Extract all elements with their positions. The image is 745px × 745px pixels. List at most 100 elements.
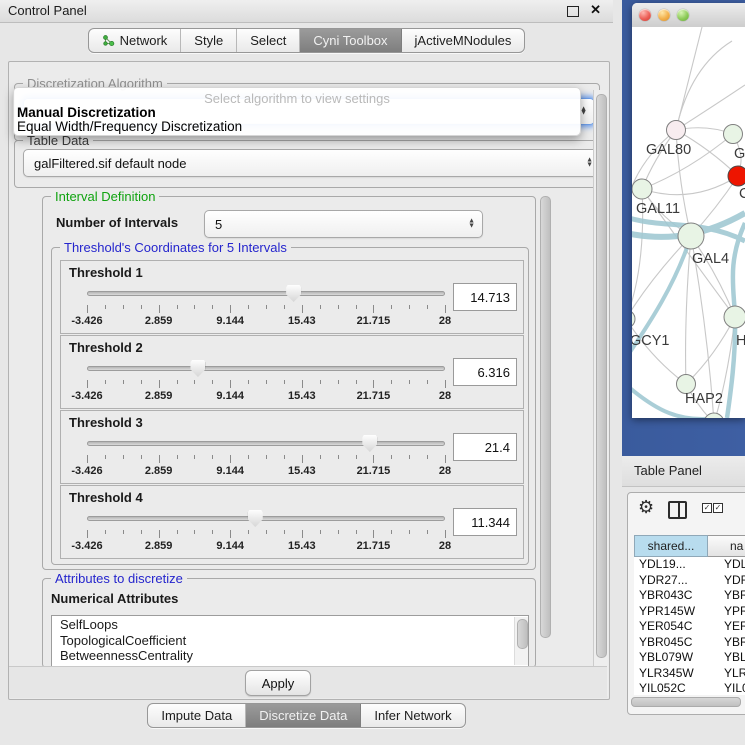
tab-infer-network[interactable]: Infer Network [361,704,464,727]
table-row[interactable]: YPR145WYPR1 [634,604,745,620]
cell-name[interactable]: YBL0 [708,650,745,666]
cell-name[interactable]: YLR3 [708,666,745,682]
node-gal11[interactable] [632,179,652,199]
list-scrollbar[interactable] [514,617,528,665]
thresholds-group: Threshold's Coordinates for 5 Intervals … [51,247,529,565]
slider-thumb[interactable] [362,435,377,452]
table-horizontal-scrollbar-thumb[interactable] [631,697,741,707]
number-of-intervals-combobox[interactable]: 5 ▲▼ [204,210,483,238]
settings-scrollbar-thumb[interactable] [540,196,551,638]
threshold-1-slider[interactable]: -3.4262.8599.14415.4321.71528 [87,285,445,329]
cell-name[interactable]: YDR2 [708,573,745,589]
table-row[interactable]: YDL19...YDL1 [634,557,745,573]
node-label-h: H [736,333,745,349]
settings-scrollbar[interactable] [538,192,552,666]
slider-track[interactable] [87,516,445,521]
tab-cyni-toolbox[interactable]: Cyni Toolbox [300,29,401,52]
minimize-traffic-light-icon[interactable] [658,9,670,21]
cell-shared-name[interactable]: YBL079W [634,650,708,666]
column-header-name[interactable]: na [708,535,745,557]
table-row[interactable]: YBL079WYBL0 [634,650,745,666]
columns-icon[interactable] [668,501,687,519]
cell-shared-name[interactable]: YBR043C [634,588,708,604]
slider-track[interactable] [87,441,445,446]
threshold-3-slider[interactable]: -3.4262.8599.14415.4321.71528 [87,435,445,479]
slider-thumb[interactable] [190,360,205,377]
cell-name[interactable]: YDL1 [708,557,745,573]
cell-name[interactable]: YPR1 [708,604,745,620]
slider-tick-labels: -3.4262.8599.14415.4321.71528 [87,465,445,478]
list-item-topologicalcoefficient[interactable]: TopologicalCoefficient [52,632,528,648]
threshold-3-value-field[interactable]: 21.4 [453,433,517,461]
tab-select[interactable]: Select [237,29,300,52]
zoom-traffic-light-icon[interactable] [677,9,689,21]
cell-name[interactable]: YIL0 [708,681,745,695]
network-canvas[interactable]: GAL80 GA C GAL11 GAL4 GCY1 H HAP2 [632,27,745,418]
cell-shared-name[interactable]: YDL19... [634,557,708,573]
apply-button[interactable]: Apply [245,670,311,696]
panel-scrollbar-thumb[interactable] [596,94,607,658]
cell-shared-name[interactable]: YIL052C [634,681,708,695]
tab-network[interactable]: Network [89,29,182,52]
threshold-4-slider[interactable]: -3.4262.8599.14415.4321.71528 [87,510,445,554]
node-bottom[interactable] [704,413,724,418]
threshold-2-slider[interactable]: -3.4262.8599.14415.4321.71528 [87,360,445,404]
table-data-combobox[interactable]: galFiltered.sif default node ▲▼ [23,149,601,177]
node-gal80[interactable] [667,121,686,140]
checkbox-icon[interactable]: ✓ [702,503,712,513]
threshold-1-value-field[interactable]: 14.713 [453,283,517,311]
table-row[interactable]: YIL052CYIL0 [634,681,745,695]
node-gcy1[interactable] [632,310,635,328]
gear-icon[interactable]: ⚙ [638,497,654,518]
node-red-selected[interactable] [728,166,745,186]
tab-jactivemnodules[interactable]: jActiveMNodules [402,29,525,52]
tick-mark [409,305,410,309]
node-gal4[interactable] [678,223,704,249]
cell-name[interactable]: YBR0 [708,635,745,651]
network-window-titlebar[interactable] [632,3,745,28]
threshold-2-value-field[interactable]: 6.316 [453,358,517,386]
tick-mark [391,530,392,534]
popup-option-manual-discretization[interactable]: Manual Discretization [17,105,156,120]
number-of-intervals-value: 5 [215,217,222,232]
table-horizontal-scrollbar[interactable] [631,697,743,706]
cell-shared-name[interactable]: YLR345W [634,666,708,682]
cell-shared-name[interactable]: YBR045C [634,635,708,651]
close-traffic-light-icon[interactable] [639,9,651,21]
node-h[interactable] [724,306,745,328]
checkbox-icon[interactable]: ✓ [713,503,723,513]
tick-mark [391,380,392,384]
list-item-betweennesscentrality[interactable]: BetweennessCentrality [52,647,528,663]
tab-impute-data[interactable]: Impute Data [148,704,246,727]
slider-thumb[interactable] [248,510,263,527]
tab-style[interactable]: Style [181,29,237,52]
table-row[interactable]: YBR043CYBR0 [634,588,745,604]
tick-mark [123,530,124,534]
table-row[interactable]: YLR345WYLR3 [634,666,745,682]
tick-mark [284,530,285,534]
tick-label: 28 [439,540,451,552]
control-panel-title: Control Panel [8,3,87,18]
slider-thumb[interactable] [286,285,301,302]
tab-discretize-data[interactable]: Discretize Data [246,704,361,727]
threshold-4-value-field[interactable]: 11.344 [453,508,517,536]
popup-option-equal-width-frequency[interactable]: Equal Width/Frequency Discretization [17,119,242,134]
cell-shared-name[interactable]: YER054C [634,619,708,635]
float-window-icon[interactable] [567,6,579,17]
column-header-shared-name[interactable]: shared... [634,535,708,557]
cell-name[interactable]: YBR0 [708,588,745,604]
tick-mark [266,380,267,384]
list-scrollbar-thumb[interactable] [517,619,528,649]
panel-scrollbar[interactable] [593,90,608,696]
close-icon[interactable]: ✕ [590,2,601,18]
cell-shared-name[interactable]: YPR145W [634,604,708,620]
cell-name[interactable]: YER0 [708,619,745,635]
cell-shared-name[interactable]: YDR27... [634,573,708,589]
slider-track[interactable] [87,366,445,371]
table-row[interactable]: YER054CYER0 [634,619,745,635]
node-ga[interactable] [724,125,743,144]
slider-track[interactable] [87,291,445,296]
table-row[interactable]: YBR045CYBR0 [634,635,745,651]
table-row[interactable]: YDR27...YDR2 [634,573,745,589]
list-item-selfloops[interactable]: SelfLoops [52,616,528,632]
